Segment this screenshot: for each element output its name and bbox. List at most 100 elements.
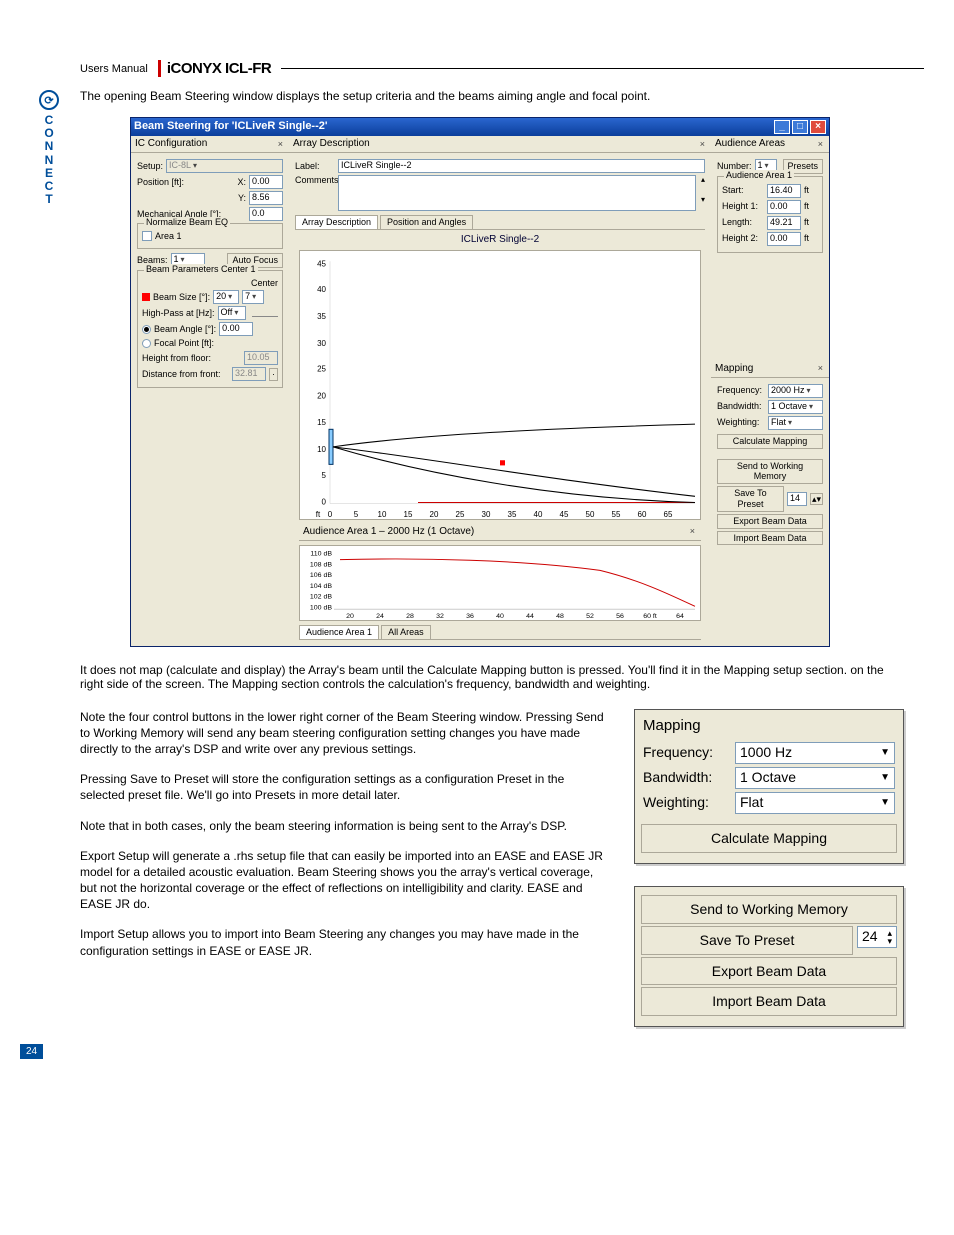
svg-text:20: 20 (430, 510, 439, 519)
distance-spinner[interactable]: · (269, 368, 278, 381)
beamsize-2-select[interactable]: 7 (242, 290, 264, 304)
svg-text:60 ft: 60 ft (643, 613, 657, 620)
svg-text:110 dB: 110 dB (310, 551, 332, 558)
audience-area-1-group: Audience Area 1 Start:16.40ft Height 1:0… (717, 176, 823, 253)
highpass-label: High-Pass at [Hz]: (142, 308, 215, 319)
weighting-select[interactable]: Flat (768, 416, 823, 430)
save-to-preset-button[interactable]: Save To Preset (717, 486, 784, 512)
svg-text:25: 25 (456, 510, 465, 519)
scroll-up-icon[interactable]: ▴ (701, 175, 705, 185)
intro-text: The opening Beam Steering window display… (80, 89, 904, 103)
position-x-input[interactable]: 0.00 (249, 175, 283, 189)
zoom-frequency-select[interactable]: 1000 Hz▼ (735, 742, 895, 764)
svg-text:52: 52 (586, 613, 594, 620)
users-manual-label: Users Manual (80, 63, 148, 75)
height-from-floor-label: Height from floor: (142, 353, 241, 364)
scroll-down-icon[interactable]: ▾ (701, 195, 705, 205)
tab-audience-area-1[interactable]: Audience Area 1 (299, 625, 379, 639)
zoom-preset-number-input[interactable]: 24▴▾ (857, 926, 897, 948)
normalize-beam-eq-group: Normalize Beam EQ Area 1 (137, 223, 283, 249)
side-tab-label: CONNECT (44, 114, 53, 206)
beam-angle-radio[interactable] (142, 325, 151, 334)
position-y-input[interactable]: 8.56 (249, 191, 283, 205)
calculate-mapping-button[interactable]: Calculate Mapping (717, 434, 823, 449)
tab-array-description[interactable]: Array Description (295, 215, 378, 229)
tab-all-areas[interactable]: All Areas (381, 625, 431, 639)
svg-text:44: 44 (526, 613, 534, 620)
export-beam-data-button[interactable]: Export Beam Data (717, 514, 823, 529)
focal-point-label: Focal Point [ft]: (154, 338, 214, 349)
height1-input[interactable]: 0.00 (767, 200, 801, 214)
panel-close-icon[interactable]: × (698, 139, 707, 150)
zoom-weighting-select[interactable]: Flat▼ (735, 792, 895, 814)
maximize-icon[interactable]: □ (792, 120, 808, 134)
svg-text:60: 60 (638, 510, 647, 519)
panel-close-icon[interactable]: × (688, 526, 697, 537)
svg-text:25: 25 (317, 364, 326, 373)
comments-input[interactable] (338, 175, 696, 211)
ic-config-header: IC Configuration × (131, 136, 289, 153)
length-input[interactable]: 49.21 (767, 216, 801, 230)
svg-text:64: 64 (676, 613, 684, 620)
body-para-6: Import Setup allows you to import into B… (80, 926, 604, 958)
svg-text:56: 56 (616, 613, 624, 620)
y-label: Y: (238, 193, 246, 204)
highpass-select[interactable]: Off (218, 306, 246, 320)
height-from-floor-input: 10.05 (244, 351, 278, 365)
zoom-import-beam-data-button[interactable]: Import Beam Data (641, 987, 897, 1016)
zoom-send-working-memory-button[interactable]: Send to Working Memory (641, 895, 897, 924)
body-para-2: Note the four control buttons in the low… (80, 709, 604, 758)
svg-text:108 dB: 108 dB (310, 561, 333, 568)
beamsize-1-select[interactable]: 20 (213, 290, 239, 304)
zoom-save-to-preset-button[interactable]: Save To Preset (641, 926, 853, 955)
setup-select[interactable]: IC-8L (166, 159, 283, 173)
preset-spinner[interactable]: ▴▾ (810, 493, 823, 506)
window-titlebar[interactable]: Beam Steering for 'ICLiveR Single--2' _ … (131, 118, 829, 136)
svg-text:40: 40 (534, 510, 543, 519)
svg-text:104 dB: 104 dB (310, 583, 333, 590)
minimize-icon[interactable]: _ (774, 120, 790, 134)
svg-text:100 dB: 100 dB (310, 604, 333, 611)
chevron-down-icon: ▼ (880, 746, 890, 760)
svg-text:65: 65 (664, 510, 673, 519)
zoom-export-beam-data-button[interactable]: Export Beam Data (641, 957, 897, 986)
tab-position-angles[interactable]: Position and Angles (380, 215, 473, 229)
mechanical-angle-input[interactable]: 0.0 (249, 207, 283, 221)
svg-text:30: 30 (482, 510, 491, 519)
beam-angle-input[interactable]: 0.00 (219, 322, 253, 336)
close-icon[interactable]: × (810, 120, 826, 134)
height2-input[interactable]: 0.00 (767, 232, 801, 246)
highpass-slider[interactable] (252, 309, 278, 317)
comments-label: Comments: (295, 175, 335, 186)
chevron-down-icon: ▼ (880, 771, 890, 785)
header-rule (281, 68, 924, 69)
page-number: 24 (20, 1044, 43, 1059)
panel-close-icon[interactable]: × (276, 139, 285, 150)
label-input[interactable]: ICLiveR Single--2 (338, 159, 705, 173)
send-working-memory-button[interactable]: Send to Working Memory (717, 459, 823, 485)
svg-text:45: 45 (317, 259, 326, 268)
zoom-calculate-mapping-button[interactable]: Calculate Mapping (641, 824, 897, 853)
start-input[interactable]: 16.40 (767, 184, 801, 198)
zoom-frequency-label: Frequency: (643, 743, 729, 762)
panel-close-icon[interactable]: × (816, 139, 825, 150)
zoom-bandwidth-select[interactable]: 1 Octave▼ (735, 767, 895, 789)
frequency-select[interactable]: 2000 Hz (768, 384, 823, 398)
svg-text:35: 35 (317, 312, 326, 321)
svg-text:106 dB: 106 dB (310, 572, 333, 579)
svg-text:ft: ft (316, 510, 321, 519)
svg-text:36: 36 (466, 613, 474, 620)
mapping-header: Mapping × (711, 361, 829, 378)
svg-text:10: 10 (317, 445, 326, 454)
body-para-3: Pressing Save to Preset will store the c… (80, 771, 604, 803)
bandwidth-select[interactable]: 1 Octave (768, 400, 823, 414)
svg-text:5: 5 (322, 470, 327, 479)
svg-text:5: 5 (354, 510, 359, 519)
area1-checkbox[interactable] (142, 231, 152, 241)
zoom-bandwidth-label: Bandwidth: (643, 768, 729, 787)
import-beam-data-button[interactable]: Import Beam Data (717, 531, 823, 546)
preset-number-input[interactable]: 14 (787, 492, 807, 506)
body-para-1: It does not map (calculate and display) … (80, 663, 904, 691)
focal-point-radio[interactable] (142, 339, 151, 348)
panel-close-icon[interactable]: × (816, 363, 825, 374)
